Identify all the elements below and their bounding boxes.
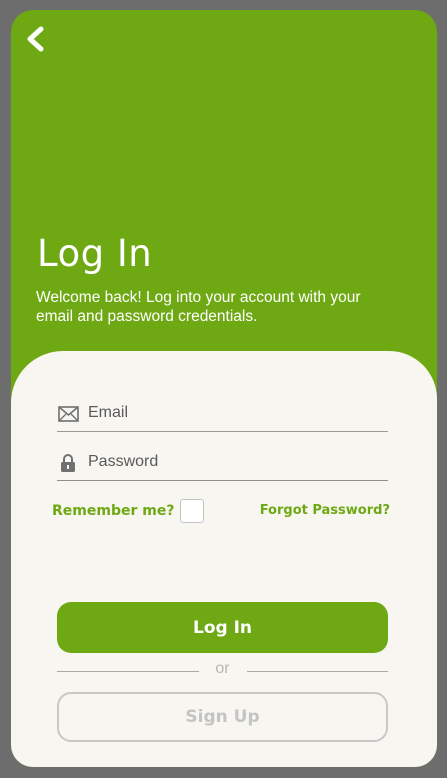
or-label: or bbox=[215, 660, 230, 677]
email-input[interactable] bbox=[88, 403, 368, 422]
remember-me-row: Remember me? bbox=[52, 499, 205, 523]
divider-line-right bbox=[247, 671, 388, 672]
login-screen: Log In Welcome back! Log into your accou… bbox=[11, 10, 437, 767]
lock-icon bbox=[57, 452, 79, 474]
email-field bbox=[57, 402, 388, 432]
password-input[interactable] bbox=[88, 452, 368, 471]
password-field bbox=[57, 451, 388, 481]
page-title: Log In bbox=[37, 232, 153, 275]
login-button[interactable]: Log In bbox=[57, 602, 388, 653]
page-subtitle: Welcome back! Log into your account with… bbox=[36, 289, 361, 325]
forgot-password-link[interactable]: Forgot Password? bbox=[260, 503, 390, 518]
chevron-left-icon bbox=[27, 26, 44, 52]
back-button[interactable] bbox=[23, 25, 47, 53]
remember-me-checkbox[interactable] bbox=[180, 499, 205, 523]
or-divider: or bbox=[57, 658, 388, 678]
signup-button[interactable]: Sign Up bbox=[57, 692, 388, 742]
remember-me-label: Remember me? bbox=[52, 503, 175, 519]
envelope-icon bbox=[57, 403, 79, 425]
login-card: Remember me? Forgot Password? Log In or … bbox=[11, 351, 437, 767]
